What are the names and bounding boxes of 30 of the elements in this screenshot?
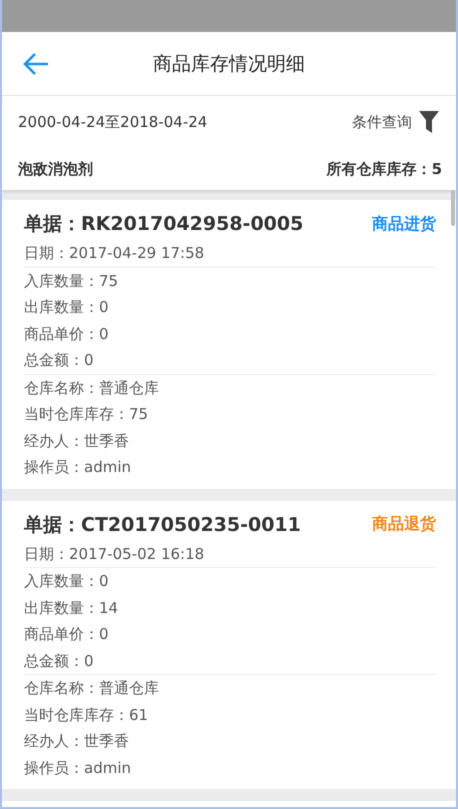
record-field: 仓库名称：普通仓库 — [24, 675, 436, 702]
record-field: 仓库名称：普通仓库 — [24, 374, 436, 401]
record-field: 商品单价：0 — [24, 320, 436, 347]
record-field: 当时仓库库存：61 — [24, 702, 436, 728]
date-range: 2000-04-24至2018-04-24 — [18, 112, 208, 132]
record-type: 商品进货 — [372, 214, 436, 234]
record-field: 经办人：世季香 — [24, 728, 436, 754]
record-field: 总金额：0 — [24, 648, 436, 674]
record-field: 出库数量：0 — [24, 294, 436, 320]
scrollbar — [451, 190, 455, 226]
back-arrow-icon — [22, 52, 50, 76]
query-button[interactable]: 条件查询 — [352, 110, 440, 134]
record-field: 总金额：0 — [24, 347, 436, 374]
record-field: 商品单价：0 — [24, 621, 436, 648]
record-field: 经办人：世季香 — [24, 428, 436, 454]
filter-icon — [418, 110, 440, 134]
document-number: 单据：RK2017042958-0005 — [24, 212, 304, 237]
record-field: 操作员：admin — [24, 754, 436, 781]
document-number: 单据：CT2017050235-0011 — [24, 512, 301, 538]
record-field: 操作员：admin — [24, 454, 436, 480]
page-title: 商品库存情况明细 — [153, 52, 305, 76]
record-field: 入库数量：0 — [24, 568, 436, 594]
record-field: 入库数量：75 — [24, 268, 436, 294]
record-type: 商品退货 — [372, 514, 436, 535]
record-field: 出库数量：14 — [24, 594, 436, 621]
product-name: 泡敌消泡剂 — [18, 160, 93, 178]
record-date: 日期：2017-04-29 17:58 — [24, 243, 206, 264]
total-stock: 所有仓库库存：5 — [326, 160, 442, 178]
record-date: 日期：2017-05-02 16:18 — [24, 544, 206, 564]
record-field: 当时仓库库存：75 — [24, 401, 436, 428]
